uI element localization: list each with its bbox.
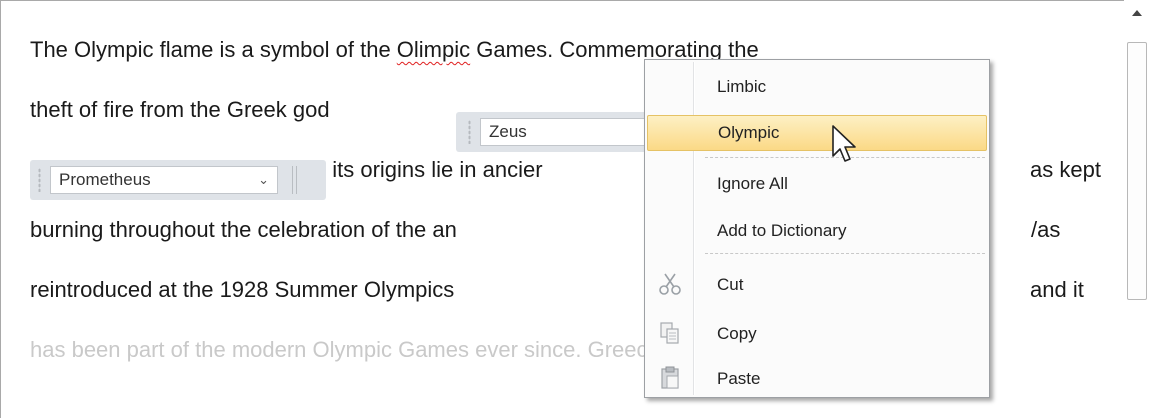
text-segment: theft of fire from the Greek god [30,97,330,122]
menu-item-add-to-dictionary[interactable]: Add to Dictionary [647,213,987,249]
scissors-icon [659,273,681,295]
text-segment: and it [1030,277,1084,302]
text-segment: has been part of the modern Olympic Game… [30,337,734,362]
resize-handle[interactable] [292,166,297,194]
menu-item-copy[interactable]: Copy [647,316,987,352]
text-line-3b: as kept [1030,140,1101,200]
menu-item-paste[interactable]: Paste [647,361,987,397]
text-segment: /as [1031,217,1061,242]
text-segment: , its origins lie in ancier [320,157,543,182]
prometheus-combo[interactable]: Prometheus ⌄ [50,166,278,194]
drag-grip-icon[interactable] [468,120,471,144]
text-line-5b: and it [1030,260,1084,320]
drag-grip-icon[interactable] [38,168,41,192]
menu-item-label: Limbic [717,77,767,96]
menu-item-label: Paste [717,369,761,388]
text-segment: reintroduced at the 1928 Summer Olympics [30,277,455,302]
menu-item-cut[interactable]: Cut [647,267,987,303]
text-line-2: theft of fire from the Greek god [30,80,330,140]
text-line-5a: reintroduced at the 1928 Summer Olympics [30,260,454,320]
scrollbar-thumb[interactable] [1127,42,1147,300]
copy-icon [660,322,679,344]
menu-item-label: Ignore All [717,174,788,193]
mouse-cursor-icon [832,125,856,162]
menu-item-label: Add to Dictionary [717,221,847,240]
menu-separator [705,253,985,254]
text-line-4b: /as [1031,200,1060,260]
text-line-6: has been part of the modern Olympic Game… [30,320,733,380]
misspelled-word[interactable]: Olimpic [397,37,470,62]
text-segment: The Olympic flame is a symbol of the [30,37,397,62]
menu-item-label: Olympic [718,123,780,142]
scroll-up-arrow-icon[interactable] [1132,10,1142,16]
combo-value: Prometheus [59,170,151,189]
chevron-down-icon[interactable]: ⌄ [258,167,269,193]
paste-icon [661,366,679,389]
vertical-scrollbar[interactable] [1124,0,1151,418]
spellcheck-context-menu: Limbic Olympic Ignore All Add to Diction… [644,59,990,398]
menu-item-ignore-all[interactable]: Ignore All [647,166,987,202]
menu-item-suggestion-olympic[interactable]: Olympic [647,115,987,151]
menu-item-label: Copy [717,324,757,343]
text-line-4a: burning throughout the celebration of th… [30,200,457,260]
zeus-combo[interactable]: Zeus [480,118,660,146]
menu-item-label: Cut [717,275,744,294]
zeus-combo-container: Zeus [456,112,660,152]
text-segment: as kept [1030,157,1101,182]
combo-value: Zeus [489,122,527,141]
text-segment: burning throughout the celebration of th… [30,217,457,242]
prometheus-combo-container: Prometheus ⌄ [30,160,326,200]
menu-item-suggestion-limbic[interactable]: Limbic [647,69,987,105]
